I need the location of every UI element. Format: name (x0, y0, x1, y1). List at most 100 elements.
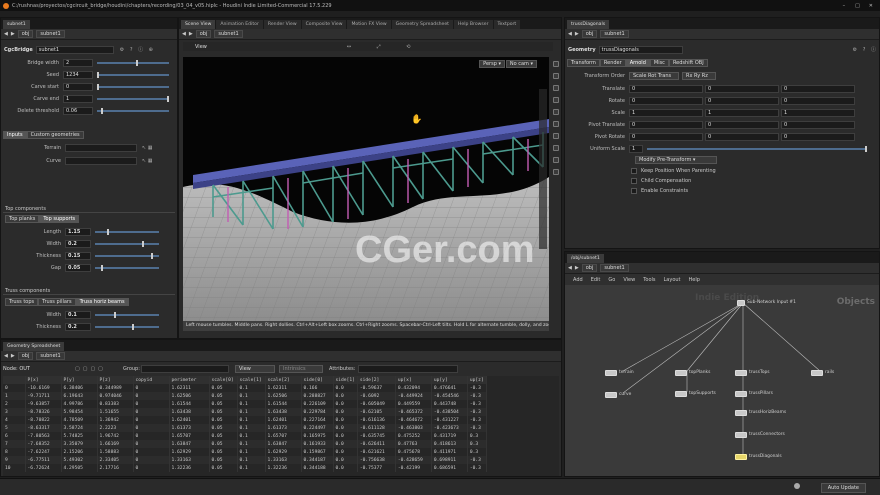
param-tab[interactable]: Misc (649, 58, 669, 67)
camera-menu[interactable]: No cam ▾ (505, 60, 537, 68)
viewport-3d[interactable]: Persp ▾ No cam ▾ ✋ CGer.com Left mouse t… (183, 57, 549, 331)
path-subnet1[interactable]: subnet1 (600, 30, 629, 38)
path-subnet1[interactable]: subnet1 (36, 30, 65, 38)
curve-field[interactable] (65, 156, 137, 165)
path-obj[interactable]: obj (581, 264, 598, 272)
path-obj[interactable]: obj (581, 30, 598, 38)
node-name-field[interactable]: subnet1 (35, 45, 114, 54)
forward-arrow-icon[interactable]: ▶ (11, 353, 15, 359)
column-header[interactable]: up[y] (431, 376, 468, 384)
terrain-pick-icon[interactable]: ↖ ▦ (142, 145, 153, 151)
curve-pick-icon[interactable]: ↖ ▦ (142, 158, 153, 164)
intrinsics-menu[interactable]: Intrinsics (279, 364, 323, 373)
checkbox[interactable] (631, 187, 637, 194)
param-slider[interactable] (97, 107, 169, 114)
tab-truss-horiz-beams[interactable]: Truss horiz beams (75, 297, 129, 306)
viewport-tab[interactable]: Scene View (181, 20, 216, 29)
viewport-tab[interactable]: Animation Editor (216, 20, 263, 29)
viewport-tab[interactable]: Composite View (301, 20, 347, 29)
checkbox[interactable] (631, 167, 637, 174)
table-row[interactable]: 5 -8.63317 3.58724 2.2223 0 1.61373 0.05 0.1 1.6… (3, 424, 487, 432)
wireframe-icon[interactable] (553, 109, 559, 115)
tab-top-supports[interactable]: Top supports (39, 214, 80, 223)
transform-field[interactable]: 0 (629, 132, 703, 141)
path-obj[interactable]: obj (195, 30, 212, 38)
param-tab[interactable]: Arnold (625, 58, 650, 67)
network-node[interactable]: rails (811, 369, 834, 376)
spreadsheet-table[interactable]: P[x] P[y] P[z] copyid perimeter scale[0] scale… (3, 376, 487, 472)
menu-item[interactable]: Tools (643, 277, 655, 283)
close-button[interactable]: ✕ (869, 3, 873, 9)
tab-subnet1[interactable]: subnet1 (3, 20, 30, 29)
column-header[interactable] (3, 376, 26, 384)
menu-item[interactable]: View (623, 277, 635, 283)
param-field[interactable]: 2 (63, 58, 93, 67)
path-obj[interactable]: obj (17, 30, 34, 38)
menu-item[interactable]: Edit (591, 277, 601, 283)
ghost-icon[interactable] (553, 121, 559, 127)
transform-field[interactable]: 0 (629, 84, 703, 93)
path-subnet1[interactable]: subnet1 (214, 30, 243, 38)
transform-field[interactable]: 1 (705, 108, 779, 117)
network-node[interactable]: trussDiagonals (735, 453, 782, 460)
param-slider[interactable] (95, 228, 159, 235)
menu-item[interactable]: Help (689, 277, 700, 283)
param-slider[interactable] (97, 59, 169, 66)
light-icon[interactable] (553, 85, 559, 91)
network-node[interactable]: topPlanks (675, 369, 710, 376)
back-arrow-icon[interactable]: ◀ (568, 265, 572, 271)
node-header-icons[interactable]: ⚙ ? ⓘ ⊕ (120, 46, 155, 53)
group-field[interactable] (141, 364, 229, 373)
column-header[interactable]: scale[0] (209, 376, 238, 384)
rotation-order-menu[interactable]: Rx Ry Rz (682, 71, 716, 80)
view-menu[interactable]: View (235, 364, 275, 373)
tab-custom-geometries[interactable]: Custom geometries (26, 130, 84, 139)
param-tab[interactable]: Redshift OBJ (668, 58, 708, 67)
transform-field[interactable]: 0 (705, 84, 779, 93)
back-arrow-icon[interactable]: ◀ (182, 31, 186, 37)
table-row[interactable]: 9 -6.77511 5.49302 2.33405 0 1.33163 0.05 0.1 1.… (3, 456, 487, 464)
param-slider[interactable] (95, 323, 159, 330)
table-row[interactable]: 2 -9.63857 4.99786 0.83383 0 1.61544 0.05 0.1 1.… (3, 400, 487, 408)
param-field[interactable]: 0.1 (65, 310, 91, 319)
viewport-tab[interactable]: Render View (263, 20, 301, 29)
path-obj[interactable]: obj (17, 352, 34, 360)
param-field[interactable]: 1.15 (65, 227, 91, 236)
transform-order-menu[interactable]: Scale Rot Trans (629, 71, 679, 80)
maximize-button[interactable]: □ (855, 3, 860, 9)
network-canvas[interactable]: Indie Edition Objects Sub-Network Input … (565, 285, 879, 476)
param-field[interactable]: 0.06 (63, 106, 93, 115)
param-slider[interactable] (95, 240, 159, 247)
transform-field[interactable]: 0 (629, 96, 703, 105)
lock-icon[interactable] (553, 73, 559, 79)
param-field[interactable]: 0 (63, 82, 93, 91)
path-subnet1[interactable]: subnet1 (600, 264, 629, 272)
node-name-field[interactable]: trussDiagonals (598, 45, 683, 54)
network-node[interactable]: curve (605, 391, 631, 398)
attributes-field[interactable] (358, 364, 459, 373)
param-tab[interactable]: Render (599, 58, 626, 67)
column-header[interactable]: side[0] (301, 376, 334, 384)
param-slider[interactable] (95, 311, 159, 318)
tab-network-path[interactable]: /obj/subnet1 (567, 254, 604, 263)
table-row[interactable]: 10 -6.72624 4.29505 2.17716 0 1.32236 0.05 0.1 1… (3, 464, 487, 472)
param-slider[interactable] (97, 95, 169, 102)
shading-icon[interactable] (553, 97, 559, 103)
transform-field[interactable]: 1 (629, 108, 703, 117)
transform-field[interactable]: 0 (781, 84, 855, 93)
network-node[interactable]: trussPillars (735, 390, 773, 397)
uniform-scale-field[interactable]: 1 (629, 144, 643, 153)
viewport-tab[interactable]: Help Browser (453, 20, 493, 29)
forward-arrow-icon[interactable]: ▶ (189, 31, 193, 37)
forward-arrow-icon[interactable]: ▶ (575, 265, 579, 271)
param-field[interactable]: 0.15 (65, 251, 91, 260)
path-subnet1[interactable]: subnet1 (36, 352, 65, 360)
column-header[interactable]: P[z] (97, 376, 134, 384)
network-node[interactable]: trussTops (735, 369, 770, 376)
param-slider[interactable] (95, 252, 159, 259)
param-slider[interactable] (95, 264, 159, 271)
column-header[interactable]: side[1] (333, 376, 358, 384)
param-field[interactable]: 1 (63, 94, 93, 103)
camera-icon[interactable] (553, 157, 559, 163)
table-row[interactable]: 1 -9.71711 6.19643 0.974046 0 1.62506 0.05 0.1 1… (3, 392, 487, 400)
